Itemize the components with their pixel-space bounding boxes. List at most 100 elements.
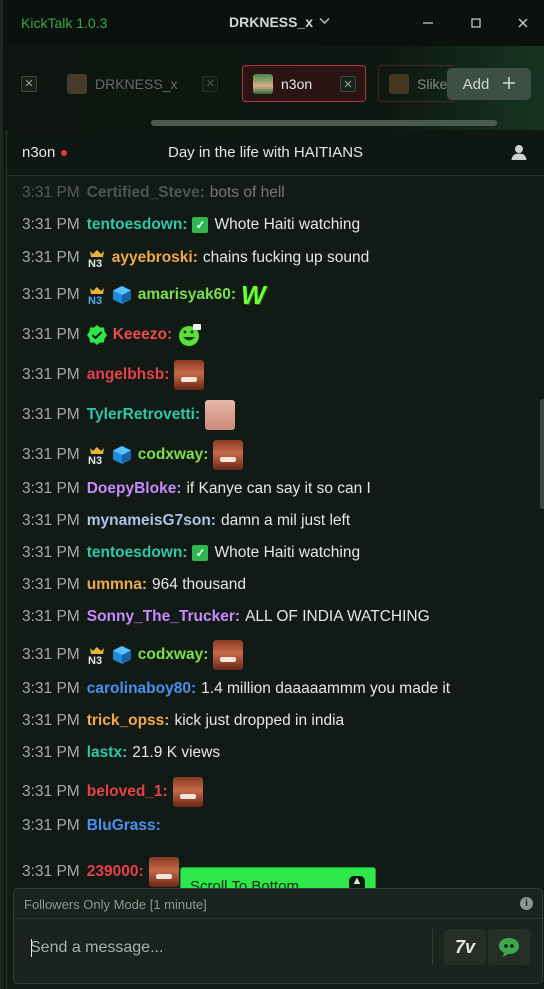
tab-n3on[interactable]: n3on ✕ (242, 65, 366, 102)
username[interactable]: codxway: (138, 446, 209, 464)
timestamp: 3:31 PM (22, 817, 80, 834)
message-input[interactable] (18, 923, 428, 973)
username[interactable]: BluGrass: (87, 817, 161, 835)
divider (432, 929, 433, 965)
username[interactable]: ummna: (87, 576, 147, 594)
list-item: 3:31 PM carolinaboy80: 1.4 million daaaa… (22, 680, 450, 698)
username[interactable]: trick_opss: (87, 712, 170, 730)
close-icon[interactable] (513, 13, 533, 33)
username[interactable]: tentoesdown: (87, 544, 188, 562)
timestamp: 3:31 PM (22, 744, 80, 761)
list-item: 3:31 PM Keeezo: (22, 322, 203, 348)
chat-scrollbar[interactable] (540, 399, 544, 509)
username[interactable]: lastx: (87, 744, 128, 762)
timestamp: 3:31 PM (22, 366, 80, 383)
tab-drkness[interactable]: DRKNESS_x ✕ (67, 65, 219, 102)
list-item: 3:31 PM trick_opss: kick just dropped in… (22, 712, 344, 730)
username[interactable]: carolinaboy80: (87, 680, 196, 698)
text-caret (31, 939, 32, 957)
timestamp: 3:31 PM (22, 326, 80, 343)
username[interactable]: DoepyBloke: (87, 480, 182, 498)
close-icon[interactable]: ✕ (340, 76, 356, 92)
svg-text:N3: N3 (88, 258, 102, 268)
chat-input-area: Followers Only Mode [1 minute] i 7v (13, 888, 543, 984)
check-emote-icon: ✓ (192, 545, 209, 561)
n3-badge-icon: N3 (88, 447, 104, 465)
tab-close-partial[interactable]: ✕ (21, 65, 37, 102)
list-item: 3:31 PM N3 codxway: (22, 640, 244, 670)
username[interactable]: TylerRetrovetti: (87, 406, 200, 424)
timestamp: 3:31 PM (22, 680, 80, 697)
list-item: 3:31 PM BluGrass: (22, 817, 161, 835)
avatar (389, 73, 409, 94)
list-item: 3:31 PM DoepyBloke: if Kanye can say it … (22, 480, 371, 498)
maximize-icon[interactable] (466, 13, 486, 33)
timestamp: 3:31 PM (22, 608, 80, 625)
username[interactable]: angelbhsb: (87, 366, 170, 384)
close-icon[interactable]: ✕ (21, 75, 37, 92)
timestamp: 3:31 PM (22, 863, 80, 880)
timestamp: 3:31 PM (22, 406, 80, 423)
username[interactable]: ayyebroski: (112, 249, 198, 267)
chevron-down-icon (319, 16, 330, 28)
message-text: 21.9 K views (132, 744, 221, 761)
message-text: ✓ Whote Haiti watching (192, 544, 360, 562)
timestamp: 3:31 PM (22, 512, 80, 529)
timestamp: 3:31 PM (22, 480, 80, 497)
w-emote-icon: W (240, 280, 266, 310)
face-emote-icon (172, 777, 203, 807)
svg-text:N3: N3 (88, 655, 102, 665)
timestamp: 3:31 PM (22, 646, 80, 663)
channel-name: n3on (22, 144, 68, 161)
list-item: 3:31 PM tentoesdown: ✓ Whote Haiti watchi… (22, 544, 360, 562)
message-text: 1.4 million daaaaammm you made it (201, 680, 451, 697)
username[interactable]: Keeezo: (113, 326, 172, 344)
account-switcher[interactable]: DRKNESS_x (229, 14, 330, 30)
svg-text:N3: N3 (88, 455, 102, 465)
list-item: 3:31 PM angelbhsb: (22, 360, 205, 390)
list-item: 3:31 PM lastx: 21.9 K views (22, 744, 220, 762)
add-channel-button[interactable]: Add (447, 68, 531, 100)
plus-icon (503, 76, 516, 93)
kick-emote-button[interactable] (488, 929, 530, 965)
chat-panel: n3on Day in the life with HAITIANS 3:31 … (6, 130, 544, 989)
tab-label: DRKNESS_x (95, 75, 178, 92)
list-item: 3:31 PM Sonny_The_Trucker: ALL OF INDIA … (22, 608, 430, 626)
message-text: if Kanye can say it so can I (186, 480, 371, 497)
face-emote-icon (148, 857, 179, 887)
close-icon[interactable]: ✕ (202, 75, 219, 92)
divider (14, 918, 542, 919)
check-emote-icon: ✓ (192, 217, 209, 233)
info-icon[interactable]: i (520, 897, 533, 910)
list-item: 3:31 PM N3 ayyebroski: chains fucking up… (22, 248, 369, 268)
tab-scrollbar[interactable] (151, 120, 497, 126)
username[interactable]: beloved_1: (87, 783, 168, 801)
face-emote-icon (174, 360, 205, 390)
add-label: Add (462, 75, 490, 93)
seventv-emote-button[interactable]: 7v (444, 929, 486, 965)
cube-badge-icon (112, 646, 131, 664)
username[interactable]: Certified_Steve: (87, 184, 205, 202)
followers-only-mode: Followers Only Mode [1 minute] (24, 897, 207, 912)
cube-badge-icon (112, 446, 131, 464)
face-emote-icon (213, 440, 244, 470)
list-item: 3:31 PM Certified_Steve: bots of hell (22, 184, 285, 202)
username[interactable]: mynameisG7son: (87, 512, 216, 530)
chat-header: n3on Day in the life with HAITIANS (7, 130, 544, 176)
account-name: DRKNESS_x (229, 14, 314, 30)
username[interactable]: Sonny_The_Trucker: (87, 608, 240, 626)
tab-sliker[interactable]: Sliker (378, 65, 458, 102)
username[interactable]: codxway: (138, 646, 209, 664)
user-list-icon[interactable] (510, 143, 528, 161)
face-emote-icon (213, 640, 244, 670)
message-text: damn a mil just left (220, 512, 351, 529)
verified-badge-icon (86, 325, 107, 345)
username[interactable]: amarisyak60: (138, 286, 236, 304)
username[interactable]: 239000: (87, 863, 144, 881)
message-text: bots of hell (209, 184, 285, 201)
minimize-icon[interactable] (418, 13, 438, 33)
stream-title: Day in the life with HAITIANS (168, 144, 364, 161)
username[interactable]: tentoesdown: (87, 216, 188, 234)
n3-badge-icon: N3 (88, 647, 104, 665)
laugh-emote-icon (179, 324, 202, 346)
